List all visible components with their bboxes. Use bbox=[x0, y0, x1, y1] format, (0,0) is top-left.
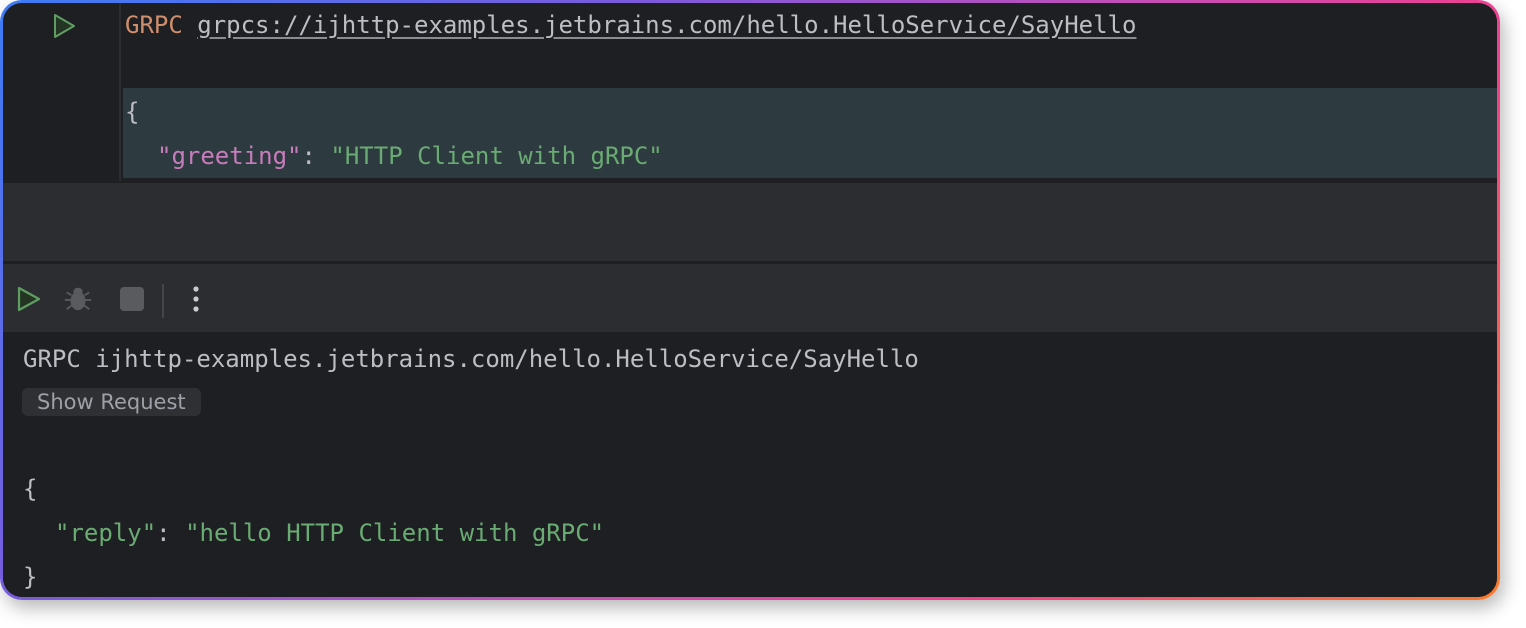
play-icon bbox=[17, 286, 41, 312]
json-colon: : bbox=[301, 142, 331, 170]
debug-button[interactable] bbox=[63, 284, 93, 314]
response-title: GRPC ijhttp-examples.jetbrains.com/hello… bbox=[23, 345, 919, 373]
window-frame: GRPC grpcs://ijhttp-examples.jetbrains.c… bbox=[0, 0, 1500, 600]
empty-panel bbox=[3, 181, 1497, 263]
response-field-line: "reply": "hello HTTP Client with gRPC" bbox=[55, 516, 604, 550]
stop-icon bbox=[120, 287, 144, 311]
json-value-greeting: "HTTP Client with gRPC" bbox=[330, 142, 663, 170]
more-vertical-icon bbox=[193, 286, 199, 312]
services-toolbar bbox=[3, 264, 1497, 332]
http-client-window: GRPC grpcs://ijhttp-examples.jetbrains.c… bbox=[3, 3, 1497, 597]
body-open-brace: { bbox=[125, 98, 140, 126]
body-field-line: "greeting": "HTTP Client with gRPC" bbox=[157, 141, 663, 171]
gutter-separator bbox=[119, 3, 121, 181]
toolbar-divider bbox=[162, 284, 164, 318]
response-close-brace: } bbox=[23, 563, 38, 591]
response-output: GRPC ijhttp-examples.jetbrains.com/hello… bbox=[3, 332, 1497, 597]
run-gutter-icon[interactable] bbox=[51, 13, 77, 39]
json-key-reply: "reply" bbox=[55, 519, 157, 547]
request-url[interactable]: grpcs://ijhttp-examples.jetbrains.com/he… bbox=[197, 11, 1136, 39]
bug-icon bbox=[64, 287, 92, 311]
json-colon: : bbox=[156, 519, 186, 547]
http-method: GRPC bbox=[125, 11, 183, 39]
show-request-button[interactable]: Show Request bbox=[22, 388, 201, 416]
stop-button[interactable] bbox=[117, 284, 147, 314]
json-value-reply: "hello HTTP Client with gRPC" bbox=[185, 519, 605, 547]
response-open-brace: { bbox=[23, 475, 38, 503]
json-key-greeting: "greeting" bbox=[157, 142, 302, 170]
run-button[interactable] bbox=[13, 284, 43, 314]
request-line: GRPC grpcs://ijhttp-examples.jetbrains.c… bbox=[125, 10, 1136, 40]
more-button[interactable] bbox=[181, 284, 211, 314]
request-editor[interactable]: GRPC grpcs://ijhttp-examples.jetbrains.c… bbox=[3, 3, 1497, 181]
